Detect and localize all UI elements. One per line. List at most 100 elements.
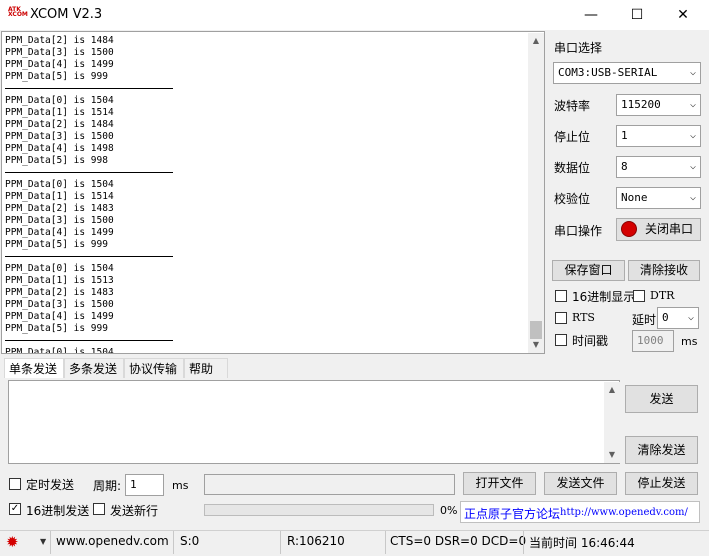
forum-link-box[interactable]: 正点原子官方论坛 http://www.openedv.com/ [460,501,700,523]
receive-line: PPM_Data[1] is 1514 [5,107,114,118]
period-label: 周期: [93,479,122,493]
receive-line: PPM_Data[3] is 1500 [5,131,114,142]
forum-link-label[interactable]: 正点原子官方论坛 [464,505,560,522]
clear-receive-button[interactable]: 清除接收 [628,260,700,281]
status-divider [173,531,174,554]
receive-line: PPM_Data[2] is 1484 [5,119,114,130]
separator-line [5,88,173,89]
receive-line: PPM_Data[4] is 1499 [5,227,114,238]
period-input[interactable]: 1 [125,474,164,496]
hex-send-checkbox[interactable]: ✓ [9,503,21,515]
scroll-up-icon[interactable]: ▲ [604,382,620,398]
status-divider [50,531,51,554]
send-progress-bar [204,504,434,516]
scroll-up-icon[interactable]: ▲ [528,33,544,49]
status-divider [523,531,524,554]
tab-multi-send[interactable]: 多条发送 [64,358,124,378]
timestamp-checkbox[interactable] [555,334,567,346]
stop-bits-select[interactable]: 1 ⌵ [616,125,701,147]
maximize-button[interactable]: ☐ [614,0,660,30]
receive-line: PPM_Data[3] is 1500 [5,299,114,310]
send-newline-checkbox[interactable] [93,503,105,515]
receive-area[interactable]: PPM_Data[2] is 1484 PPM_Data[3] is 1500 PP… [1,31,545,354]
period-unit: ms [172,479,189,492]
timed-send-checkbox[interactable] [9,478,21,490]
send-button[interactable]: 发送 [625,385,698,413]
window-title: XCOM V2.3 [30,7,103,22]
send-scrollbar[interactable]: ▲ ▼ [604,382,620,463]
parity-value: None [621,191,648,204]
hex-display-label: 16进制显示 [572,290,636,304]
receive-line: PPM_Data[0] is 1504 [5,179,114,190]
close-port-button[interactable]: 关闭串口 [616,218,701,241]
rts-checkbox[interactable] [555,312,567,324]
receive-line: PPM_Data[2] is 1483 [5,287,114,298]
parity-select[interactable]: None ⌵ [616,187,701,209]
receive-line: PPM_Data[5] is 999 [5,71,108,82]
send-input[interactable]: ▲ ▼ [8,380,620,464]
receive-scrollbar[interactable]: ▲ ▼ [528,33,544,353]
status-lines: CTS=0 DSR=0 DCD=0 [390,534,527,548]
receive-line: PPM_Data[2] is 1484 [5,35,114,46]
forum-link-url[interactable]: http://www.openedv.com/ [560,507,688,518]
dtr-checkbox[interactable] [633,290,645,302]
status-divider [280,531,281,554]
delay-label: 延时 [632,313,657,327]
minimize-button[interactable]: — [568,0,614,30]
chevron-down-icon[interactable]: ▼ [40,537,46,546]
scroll-down-icon[interactable]: ▼ [604,447,620,463]
parity-label: 校验位 [554,192,591,206]
receive-text: PPM_Data[2] is 1484 PPM_Data[3] is 1500 PP… [5,35,173,354]
delay-select[interactable]: 0 ⌵ [657,307,699,329]
send-progress-label: 0% [440,504,458,517]
stop-send-button[interactable]: 停止发送 [625,472,698,495]
file-path-input[interactable] [204,474,455,495]
port-value: COM3:USB-SERIAL [558,66,658,79]
title-bar: ATK XCOM XCOM V2.3 — ☐ ✕ [0,0,709,30]
chevron-down-icon: ⌵ [689,99,696,110]
receive-line: PPM_Data[5] is 999 [5,239,108,250]
timestamp-ms-input[interactable]: 1000 [632,330,674,352]
receive-line: PPM_Data[0] is 1504 [5,347,114,354]
close-port-label: 关闭串口 [645,222,694,236]
port-select-label: 串口选择 [554,41,603,55]
receive-line: PPM_Data[5] is 999 [5,323,108,334]
save-window-button[interactable]: 保存窗口 [552,260,625,281]
stop-bits-label: 停止位 [554,130,591,144]
timestamp-ms-unit: ms [681,335,698,348]
receive-line: PPM_Data[4] is 1499 [5,59,114,70]
receive-line: PPM_Data[0] is 1504 [5,263,114,274]
chevron-down-icon: ⌵ [689,67,696,78]
tab-single-send[interactable]: 单条发送 [4,358,64,378]
chevron-down-icon: ⌵ [689,192,696,203]
tab-protocol[interactable]: 协议传输 [124,358,184,378]
tab-help[interactable]: 帮助 [184,358,228,378]
port-status-icon [622,222,636,236]
baud-select[interactable]: 115200 ⌵ [616,94,701,116]
baud-value: 115200 [621,98,661,111]
receive-line: PPM_Data[1] is 1513 [5,275,114,286]
data-bits-label: 数据位 [554,161,591,175]
hex-display-checkbox[interactable] [555,290,567,302]
receive-line: PPM_Data[1] is 1514 [5,191,114,202]
dtr-label: DTR [650,289,675,302]
separator-line [5,172,173,173]
settings-gear-icon[interactable]: ✹ [6,533,19,551]
chevron-down-icon: ⌵ [689,161,696,172]
receive-line: PPM_Data[5] is 998 [5,155,108,166]
open-file-button[interactable]: 打开文件 [463,472,536,495]
port-select[interactable]: COM3:USB-SERIAL ⌵ [553,62,701,84]
data-bits-select[interactable]: 8 ⌵ [616,156,701,178]
status-receive-count: R:106210 [287,534,345,548]
status-time: 当前时间 16:46:44 [529,536,635,550]
send-file-button[interactable]: 发送文件 [544,472,617,495]
receive-line: PPM_Data[3] is 1500 [5,215,114,226]
clear-send-button[interactable]: 清除发送 [625,436,698,464]
status-site[interactable]: www.openedv.com [56,534,169,548]
baud-label: 波特率 [554,99,591,113]
rts-label: RTS [572,311,595,324]
chevron-down-icon: ⌵ [689,130,696,141]
close-button[interactable]: ✕ [660,0,706,30]
scroll-down-icon[interactable]: ▼ [528,337,544,353]
delay-value: 0 [662,311,669,324]
